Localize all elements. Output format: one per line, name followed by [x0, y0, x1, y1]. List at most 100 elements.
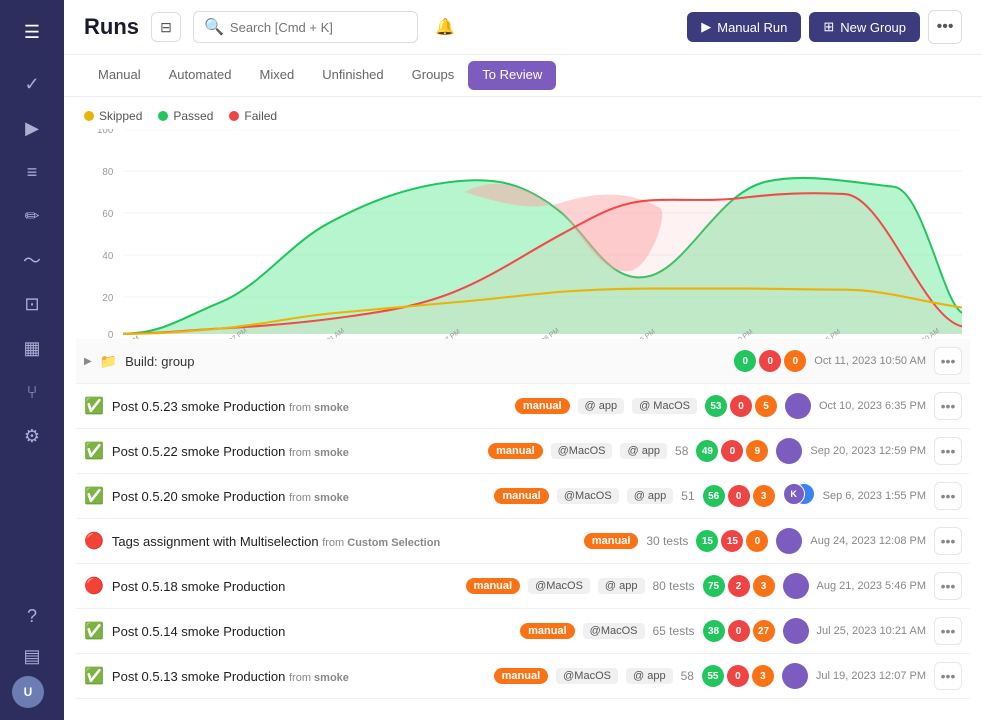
more-options-button[interactable]: ••• [928, 10, 962, 44]
group-icon: ⊞ [823, 19, 834, 35]
run-tag: manual [466, 578, 521, 594]
user-avatar[interactable]: U [12, 676, 44, 708]
run-date: Sep 20, 2023 12:59 PM [810, 445, 926, 457]
files-icon[interactable]: ▤ [12, 636, 52, 676]
run-actions-button[interactable]: ••• [934, 617, 962, 645]
run-name-cell: Post 0.5.18 smoke Production [112, 579, 458, 594]
run-actions-button[interactable]: ••• [934, 527, 962, 555]
svg-text:80: 80 [102, 167, 113, 178]
legend-failed: Failed [229, 109, 277, 123]
tab-automated[interactable]: Automated [155, 57, 246, 94]
platform-macos: @MacOS [556, 668, 618, 684]
group-actions-button[interactable]: ••• [934, 347, 962, 375]
skipped-count: 27 [753, 620, 775, 642]
run-actions-button[interactable]: ••• [934, 392, 962, 420]
expand-chevron-icon[interactable]: ▶ [84, 356, 92, 367]
manual-run-button[interactable]: ▶ Manual Run [687, 12, 801, 42]
failed-count: 0 [721, 440, 743, 462]
play-icon: ▶ [701, 19, 711, 35]
chart-area: Skipped Passed Failed 100 [64, 97, 982, 339]
run-badges: 38 0 27 [703, 620, 775, 642]
run-avatar [776, 438, 802, 464]
failed-label: Failed [244, 109, 277, 123]
tab-manual[interactable]: Manual [84, 57, 155, 94]
failed-count: 0 [728, 485, 750, 507]
test-count: 80 tests [653, 579, 695, 593]
group-row: ▶ 📁 Build: group 0 0 0 Oct 11, 2023 10:5… [76, 339, 970, 384]
help-icon[interactable]: ? [12, 596, 52, 636]
svg-text:40: 40 [102, 251, 113, 262]
failed-count: 0 [730, 395, 752, 417]
list-icon[interactable]: ≡ [12, 152, 52, 192]
run-tag: manual [494, 668, 549, 684]
runs-table: ▶ 📁 Build: group 0 0 0 Oct 11, 2023 10:5… [64, 339, 982, 720]
check-icon[interactable]: ✓ [12, 64, 52, 104]
test-count: 58 [675, 444, 688, 458]
passed-count: 49 [696, 440, 718, 462]
svg-text:20: 20 [102, 293, 113, 304]
chart-container: 100 80 60 40 20 0 7/23 9:16 PM 0 [84, 129, 962, 339]
legend-passed: Passed [158, 109, 213, 123]
platform-macos: @MacOS [528, 578, 590, 594]
run-avatar [783, 573, 809, 599]
play-icon[interactable]: ▶ [12, 108, 52, 148]
run-tag: manual [488, 443, 543, 459]
terminal-icon[interactable]: ⊡ [12, 284, 52, 324]
skipped-count: 3 [752, 665, 774, 687]
run-actions-button[interactable]: ••• [934, 482, 962, 510]
test-count: 58 [681, 669, 694, 683]
run-badges: 15 15 0 [696, 530, 768, 552]
run-actions-button[interactable]: ••• [934, 572, 962, 600]
run-name: Post 0.5.13 smoke Production [112, 669, 285, 684]
status-pass-icon: ✅ [84, 621, 104, 641]
table-row: ✅ Post 0.5.14 smoke Production manual @M… [76, 609, 970, 654]
run-double-avatar: K [783, 483, 815, 509]
avatar-1: K [783, 483, 805, 505]
run-name-cell: Post 0.5.13 smoke Production from smoke [112, 669, 486, 684]
status-pass-icon: ✅ [84, 486, 104, 506]
area-chart: 100 80 60 40 20 0 7/23 9:16 PM 0 [84, 129, 962, 339]
skipped-count: 3 [753, 485, 775, 507]
test-count: 65 tests [653, 624, 695, 638]
svg-text:60: 60 [102, 209, 113, 220]
tab-unfinished[interactable]: Unfinished [308, 57, 397, 94]
passed-badge: 0 [734, 350, 756, 372]
chart-legend: Skipped Passed Failed [84, 109, 962, 123]
run-tag: manual [584, 533, 639, 549]
table-row: ✅ Post 0.5.22 smoke Production from smok… [76, 429, 970, 474]
failed-count: 2 [728, 575, 750, 597]
run-name-cell: Post 0.5.14 smoke Production [112, 624, 512, 639]
run-tag: manual [520, 623, 575, 639]
settings-icon[interactable]: ⚙ [12, 416, 52, 456]
failed-count: 0 [727, 665, 749, 687]
branch-icon[interactable]: ⑂ [12, 372, 52, 412]
tab-mixed[interactable]: Mixed [246, 57, 309, 94]
tabs-bar: Manual Automated Mixed Unfinished Groups… [64, 55, 982, 97]
header-actions: ▶ Manual Run ⊞ New Group ••• [687, 10, 962, 44]
tab-to-review[interactable]: To Review [468, 61, 556, 90]
run-actions-button[interactable]: ••• [934, 437, 962, 465]
passed-count: 38 [703, 620, 725, 642]
run-date: Sep 6, 2023 1:55 PM [823, 490, 926, 502]
run-actions-button[interactable]: ••• [934, 662, 962, 690]
platform-macos: @ MacOS [632, 398, 697, 414]
new-group-button[interactable]: ⊞ New Group [809, 12, 920, 42]
sidebar: ☰ ✓ ▶ ≡ ✏ 〜 ⊡ ▦ ⑂ ⚙ ? ▤ U [0, 0, 64, 720]
chart-icon[interactable]: ▦ [12, 328, 52, 368]
run-date: Aug 24, 2023 12:08 PM [810, 535, 926, 547]
skipped-count: 3 [753, 575, 775, 597]
activity-icon[interactable]: 〜 [12, 240, 52, 280]
search-input[interactable] [230, 20, 407, 35]
skipped-count: 9 [746, 440, 768, 462]
group-badges: 0 0 0 [734, 350, 806, 372]
run-name: Post 0.5.20 smoke Production [112, 489, 285, 504]
pen-icon[interactable]: ✏ [12, 196, 52, 236]
tab-groups[interactable]: Groups [398, 57, 469, 94]
table-row: 🔴 Tags assignment with Multiselection fr… [76, 519, 970, 564]
notify-icon[interactable]: 🔔 [430, 12, 460, 42]
search-box[interactable]: 🔍 [193, 11, 418, 43]
menu-icon[interactable]: ☰ [12, 12, 52, 52]
platform-app: @ app [627, 488, 674, 504]
filter-button[interactable]: ⊟ [151, 12, 181, 42]
run-name: Post 0.5.22 smoke Production [112, 444, 285, 459]
